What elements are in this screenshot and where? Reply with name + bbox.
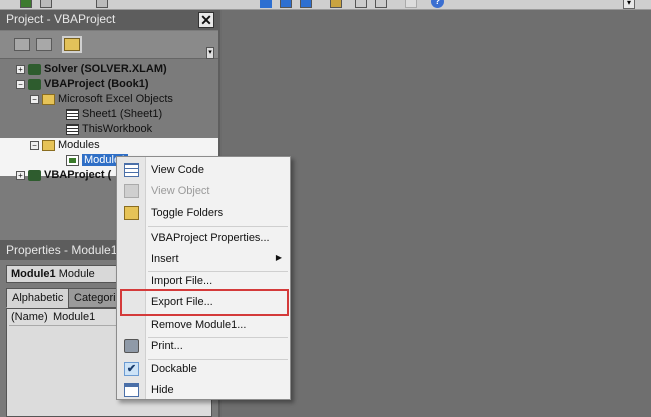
property-value[interactable]: Module1 [53, 311, 95, 323]
view-code-icon [124, 163, 139, 177]
tree-node-sheet1[interactable]: Sheet1 (Sheet1) [66, 108, 162, 123]
project-explorer-icon[interactable] [355, 0, 367, 8]
menu-item-label: VBAProject Properties... [151, 232, 270, 244]
tree-node-excel-objects[interactable]: − Microsoft Excel Objects [30, 93, 173, 108]
printer-icon [124, 339, 139, 353]
expand-icon[interactable]: + [16, 64, 25, 74]
menu-item-dockable[interactable]: ✔ Dockable [117, 359, 290, 379]
menu-item-view-code[interactable]: View Code [117, 160, 290, 180]
vba-project-icon [28, 63, 41, 75]
menu-item-label: Print... [151, 340, 183, 352]
tree-node-label: Solver (SOLVER.XLAM) [44, 63, 167, 75]
hide-window-icon [124, 383, 139, 397]
toggle-folders-tool-icon[interactable] [64, 38, 80, 51]
vba-project-icon [28, 78, 41, 90]
properties-icon[interactable] [375, 0, 387, 8]
tab-alphabetic[interactable]: Alphabetic [6, 288, 70, 308]
toolbox-icon[interactable] [405, 0, 417, 8]
menu-item-toggle-folders[interactable]: Toggle Folders [117, 203, 290, 223]
folder-icon [42, 93, 55, 105]
context-menu: View Code View Object Toggle Folders VBA… [116, 156, 291, 400]
collapse-icon[interactable]: − [30, 140, 39, 150]
run-icon[interactable] [260, 0, 272, 8]
tree-node-label: VBAProject ( [44, 169, 112, 181]
menu-item-label: View Code [151, 164, 204, 176]
toolbar-options-icon[interactable]: ▾ [623, 0, 635, 9]
view-object-tool-icon[interactable] [36, 38, 52, 51]
cut-icon[interactable] [96, 0, 108, 8]
folder-open-icon [42, 139, 55, 151]
tree-node-solver[interactable]: + Solver (SOLVER.XLAM) [16, 63, 167, 78]
tree-node-label: Modules [58, 139, 100, 151]
menu-item-label: Hide [151, 384, 174, 396]
property-key: (Name) [11, 311, 48, 323]
menu-item-label: Dockable [151, 363, 197, 375]
menu-item-remove-module[interactable]: Remove Module1... [117, 315, 290, 335]
submenu-arrow-icon: ▶ [275, 253, 282, 262]
tree-node-vbaproject-book1[interactable]: − VBAProject (Book1) [16, 78, 149, 93]
tree-node-label: Sheet1 (Sheet1) [82, 108, 163, 120]
tree-node-label: ThisWorkbook [82, 123, 153, 135]
tree-node-label: Microsoft Excel Objects [58, 93, 173, 105]
menu-item-insert[interactable]: Insert ▶ [117, 249, 290, 269]
worksheet-icon [66, 108, 79, 120]
insert-icon[interactable] [40, 0, 52, 8]
help-icon[interactable]: ? [431, 0, 444, 8]
menu-item-label: Toggle Folders [151, 207, 224, 219]
object-type: Module [58, 268, 95, 280]
break-icon[interactable] [280, 0, 292, 8]
reset-icon[interactable] [300, 0, 312, 8]
workbook-icon [66, 123, 79, 135]
tree-node-vbaproject-2[interactable]: + VBAProject ( [16, 169, 111, 184]
folder-icon [124, 206, 139, 220]
close-icon[interactable]: ✕ [198, 12, 214, 28]
vbe-toolbar: ? ▾ [0, 0, 651, 10]
menu-separator [148, 226, 288, 227]
project-explorer-title: Project - VBAProject [0, 10, 218, 30]
project-explorer-toolbar: ▾ [0, 31, 218, 59]
view-code-tool-icon[interactable] [14, 38, 30, 51]
object-name: Module1 [11, 268, 56, 280]
design-mode-icon[interactable] [330, 0, 342, 8]
menu-item-label: Remove Module1... [151, 319, 247, 331]
menu-item-hide[interactable]: Hide [117, 380, 290, 400]
menu-item-label: View Object [151, 185, 210, 197]
view-object-icon [124, 184, 139, 198]
vba-project-icon [28, 169, 41, 181]
excel-icon[interactable] [20, 0, 32, 8]
checkmark-icon: ✔ [124, 362, 139, 376]
collapse-icon[interactable]: − [30, 94, 39, 104]
module-icon [66, 154, 79, 166]
menu-item-vbaproject-properties[interactable]: VBAProject Properties... [117, 228, 290, 248]
collapse-icon[interactable]: − [16, 79, 25, 89]
tree-node-label: VBAProject (Book1) [44, 78, 149, 90]
export-highlight-box [120, 289, 289, 316]
menu-item-import-file[interactable]: Import File... [117, 271, 290, 291]
menu-item-label: Import File... [151, 275, 213, 287]
menu-item-view-object[interactable]: View Object [117, 181, 290, 201]
tree-node-thisworkbook[interactable]: ThisWorkbook [66, 123, 152, 138]
menu-item-label: Insert [151, 253, 179, 265]
chevron-down-icon[interactable]: ▾ [206, 47, 214, 59]
menu-item-print[interactable]: Print... [117, 336, 290, 356]
tree-node-modules[interactable]: − Modules [30, 139, 100, 154]
expand-icon[interactable]: + [16, 170, 25, 180]
